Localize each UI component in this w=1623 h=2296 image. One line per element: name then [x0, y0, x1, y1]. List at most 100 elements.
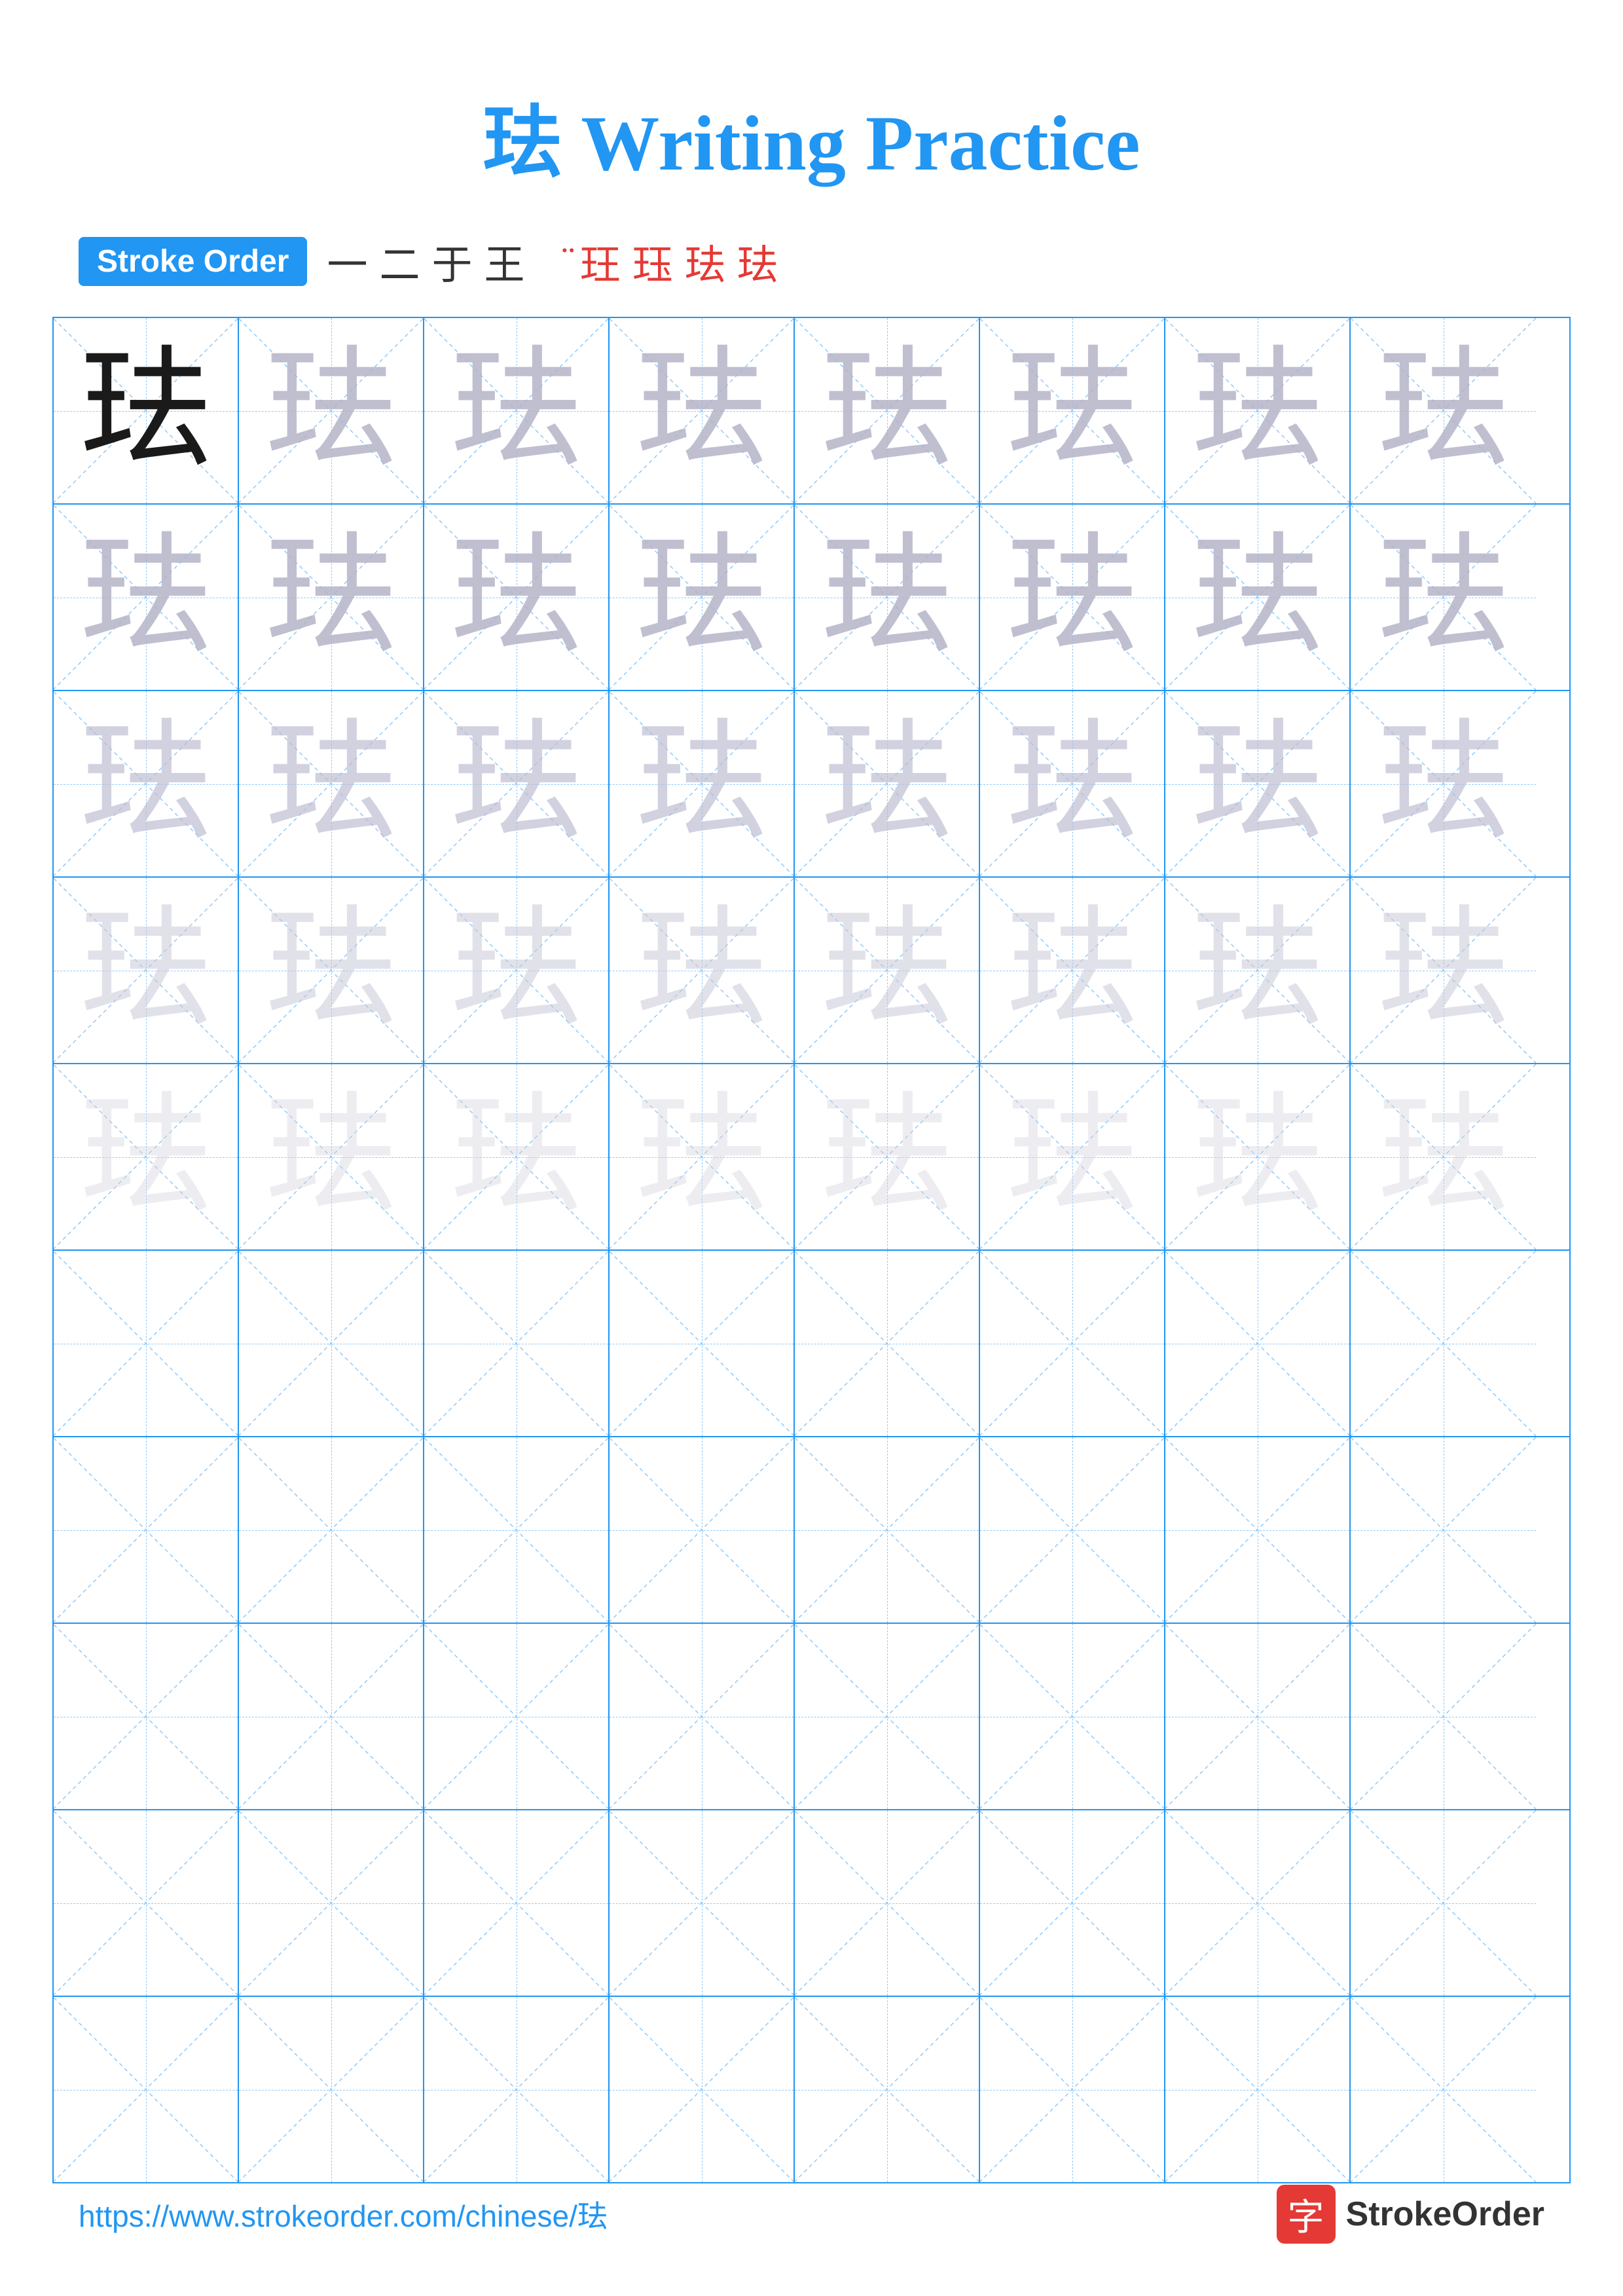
- grid-cell[interactable]: 珐: [610, 691, 795, 876]
- grid-cell[interactable]: 珐: [1351, 505, 1536, 690]
- grid-cell[interactable]: [239, 1810, 424, 1996]
- grid-cell[interactable]: [980, 1997, 1165, 2182]
- char-display: 珐: [1006, 719, 1137, 850]
- grid-cell[interactable]: 珐: [1165, 505, 1351, 690]
- grid-cell[interactable]: 珐: [1165, 878, 1351, 1063]
- grid-cell[interactable]: 珐: [239, 691, 424, 876]
- grid-cell[interactable]: 珐: [54, 691, 239, 876]
- grid-cell[interactable]: [424, 1624, 610, 1809]
- grid-cell[interactable]: 珐: [795, 1064, 980, 1249]
- grid-cell[interactable]: [1165, 1624, 1351, 1809]
- grid-cell[interactable]: [54, 1997, 239, 2182]
- grid-cell[interactable]: 珐: [795, 505, 980, 690]
- grid-cell[interactable]: [239, 1251, 424, 1436]
- stroke-5: 王̈: [537, 238, 568, 285]
- grid-cell[interactable]: 珐: [239, 1064, 424, 1249]
- stroke-8: 珐: [685, 232, 725, 291]
- char-display: 珐: [265, 346, 396, 476]
- grid-cell[interactable]: 珐: [1165, 318, 1351, 503]
- grid-cell[interactable]: [795, 1624, 980, 1809]
- page-title: 珐 Writing Practice: [0, 0, 1623, 232]
- grid-cell[interactable]: [54, 1810, 239, 1996]
- grid-cell[interactable]: 珐: [795, 878, 980, 1063]
- char-display: 珐: [450, 905, 581, 1036]
- grid-cell[interactable]: [795, 1997, 980, 2182]
- grid-cell[interactable]: [1351, 1437, 1536, 1623]
- grid-cell[interactable]: [980, 1437, 1165, 1623]
- char-display: 珐: [80, 532, 211, 663]
- grid-cell[interactable]: [980, 1624, 1165, 1809]
- grid-cell[interactable]: 珐: [610, 1064, 795, 1249]
- grid-cell[interactable]: [980, 1251, 1165, 1436]
- stroke-3: 于: [431, 232, 472, 291]
- grid-cell[interactable]: [239, 1624, 424, 1809]
- grid-cell[interactable]: [54, 1437, 239, 1623]
- grid-cell[interactable]: [1165, 1997, 1351, 2182]
- grid-cell[interactable]: 珐: [1351, 1064, 1536, 1249]
- grid-cell[interactable]: 珐: [980, 505, 1165, 690]
- grid-row-6: [54, 1251, 1569, 1437]
- grid-cell[interactable]: [980, 1810, 1165, 1996]
- char-display: 珐: [450, 719, 581, 850]
- grid-cell[interactable]: 珐: [980, 691, 1165, 876]
- grid-cell[interactable]: 珐: [980, 318, 1165, 503]
- stroke-1: 一: [327, 232, 367, 291]
- grid-cell[interactable]: 珐: [239, 318, 424, 503]
- grid-cell[interactable]: [239, 1437, 424, 1623]
- grid-cell[interactable]: 珐: [424, 318, 610, 503]
- grid-cell[interactable]: 珐: [795, 691, 980, 876]
- grid-cell[interactable]: 珐: [424, 505, 610, 690]
- grid-cell[interactable]: 珐: [980, 878, 1165, 1063]
- practice-grid: 珐 珐 珐 珐 珐 珐 珐 珐: [52, 317, 1571, 2183]
- grid-cell[interactable]: [424, 1251, 610, 1436]
- grid-cell[interactable]: 珐: [424, 691, 610, 876]
- grid-cell[interactable]: [424, 1810, 610, 1996]
- footer-url[interactable]: https://www.strokeorder.com/chinese/珐: [79, 2193, 608, 2236]
- grid-cell[interactable]: 珐: [54, 878, 239, 1063]
- grid-cell[interactable]: [1165, 1251, 1351, 1436]
- grid-cell[interactable]: 珐: [795, 318, 980, 503]
- grid-cell[interactable]: [424, 1437, 610, 1623]
- grid-cell[interactable]: [795, 1810, 980, 1996]
- grid-cell[interactable]: 珐: [54, 1064, 239, 1249]
- grid-cell[interactable]: 珐: [1165, 691, 1351, 876]
- char-display: 珐: [450, 532, 581, 663]
- char-display: 珐: [1192, 1092, 1322, 1223]
- grid-cell[interactable]: 珐: [610, 505, 795, 690]
- grid-cell[interactable]: [1351, 1810, 1536, 1996]
- grid-cell[interactable]: [1351, 1624, 1536, 1809]
- grid-cell[interactable]: [610, 1624, 795, 1809]
- grid-cell[interactable]: 珐: [239, 505, 424, 690]
- grid-row-9: [54, 1810, 1569, 1997]
- grid-cell[interactable]: [1165, 1810, 1351, 1996]
- grid-cell[interactable]: 珐: [424, 1064, 610, 1249]
- grid-cell[interactable]: [1351, 1997, 1536, 2182]
- grid-cell[interactable]: 珐: [239, 878, 424, 1063]
- grid-cell[interactable]: 珐: [54, 505, 239, 690]
- grid-cell[interactable]: 珐: [1165, 1064, 1351, 1249]
- grid-cell[interactable]: [610, 1997, 795, 2182]
- grid-cell[interactable]: 珐: [424, 878, 610, 1063]
- char-display: 珐: [80, 905, 211, 1036]
- char-display: 珐: [265, 1092, 396, 1223]
- grid-cell[interactable]: [424, 1997, 610, 2182]
- grid-cell[interactable]: [610, 1251, 795, 1436]
- grid-cell[interactable]: [1351, 1251, 1536, 1436]
- grid-cell[interactable]: [610, 1437, 795, 1623]
- char-display: 珐: [821, 1092, 952, 1223]
- grid-cell[interactable]: [54, 1251, 239, 1436]
- grid-cell[interactable]: 珐: [54, 318, 239, 503]
- grid-cell[interactable]: 珐: [1351, 691, 1536, 876]
- grid-cell[interactable]: [795, 1251, 980, 1436]
- grid-cell[interactable]: 珐: [1351, 318, 1536, 503]
- grid-cell[interactable]: [795, 1437, 980, 1623]
- char-display: 珐: [1192, 346, 1322, 476]
- grid-cell[interactable]: 珐: [1351, 878, 1536, 1063]
- grid-cell[interactable]: [1165, 1437, 1351, 1623]
- grid-cell[interactable]: [54, 1624, 239, 1809]
- grid-cell[interactable]: [239, 1997, 424, 2182]
- grid-cell[interactable]: 珐: [980, 1064, 1165, 1249]
- grid-cell[interactable]: 珐: [610, 318, 795, 503]
- grid-cell[interactable]: 珐: [610, 878, 795, 1063]
- grid-cell[interactable]: [610, 1810, 795, 1996]
